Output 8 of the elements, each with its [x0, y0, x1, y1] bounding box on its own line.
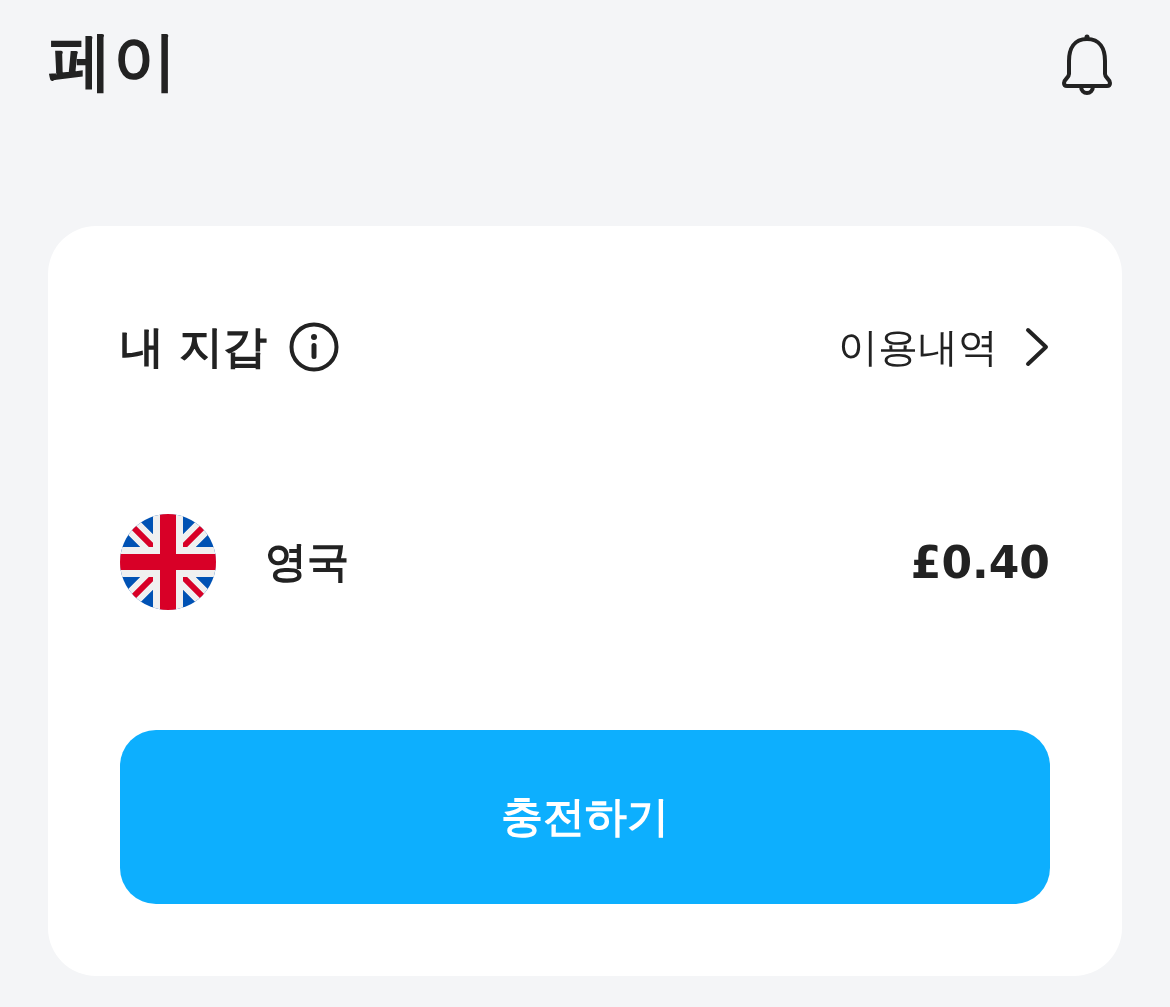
history-link[interactable]: 이용내역: [838, 319, 1050, 375]
info-icon[interactable]: [289, 322, 340, 372]
bell-icon[interactable]: [1059, 33, 1115, 95]
chevron-right-icon: [1024, 327, 1050, 367]
wallet-title: 내 지갑: [120, 320, 268, 374]
balance-amount: £0.40: [910, 536, 1050, 588]
page-title: 페이: [48, 23, 178, 100]
currency-country: 영국: [265, 536, 349, 588]
